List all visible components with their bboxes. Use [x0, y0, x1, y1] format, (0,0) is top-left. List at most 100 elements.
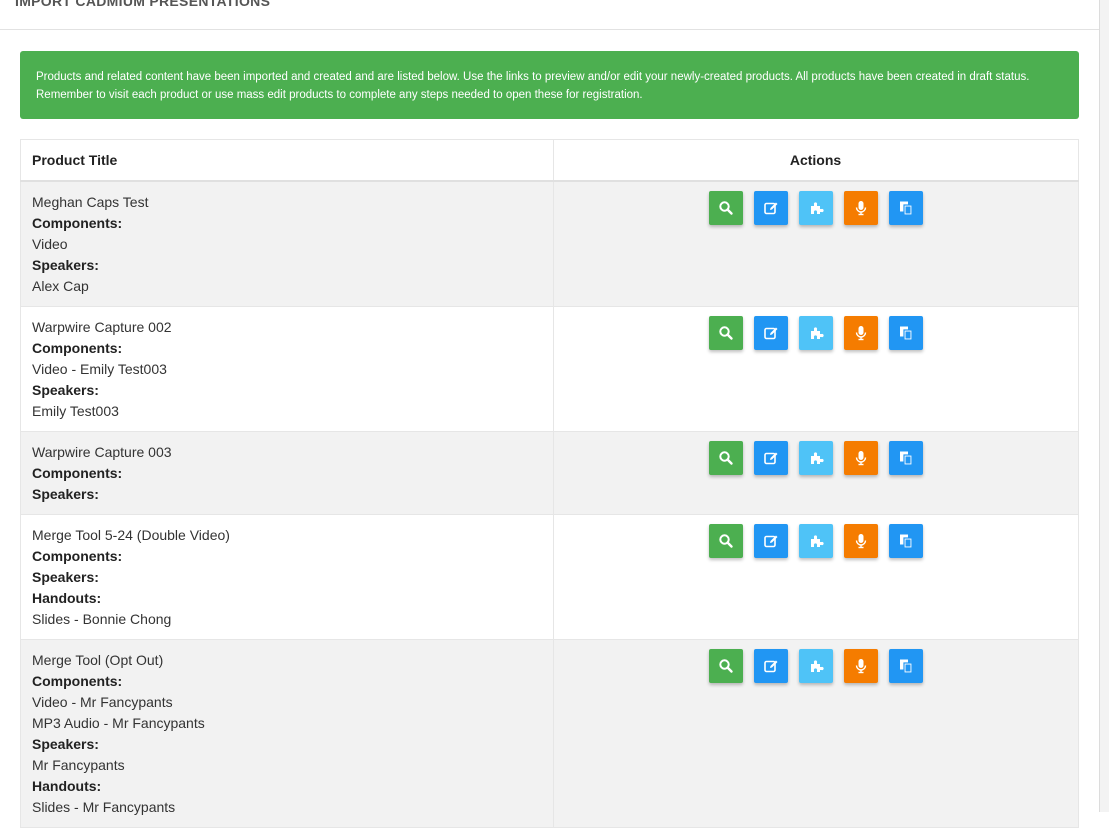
speakers-label: Speakers:: [32, 569, 99, 585]
microphone-icon: [853, 450, 869, 466]
copy-button[interactable]: [889, 649, 923, 683]
products-table: Product Title Actions Meghan Caps Test Co…: [20, 139, 1079, 828]
speakers-label: Speakers:: [32, 736, 99, 752]
search-icon: [718, 450, 734, 466]
preview-button[interactable]: [709, 191, 743, 225]
speakers-button[interactable]: [844, 524, 878, 558]
actions-cell: [553, 514, 1079, 640]
edit-icon: [763, 450, 779, 466]
microphone-icon: [853, 200, 869, 216]
edit-button[interactable]: [754, 524, 788, 558]
speakers-button[interactable]: [844, 316, 878, 350]
column-header-product-title: Product Title: [20, 139, 554, 182]
table-row: Meghan Caps Test Components: Video Speakers…: [20, 180, 1079, 307]
copy-button[interactable]: [889, 524, 923, 558]
speaker-item: Mr Fancypants: [32, 757, 125, 773]
product-info-cell: Meghan Caps Test Components: Video Speakers…: [20, 180, 554, 307]
action-buttons: [555, 191, 1077, 225]
import-panel: IMPORT CADMIUM PRESENTATIONS Products an…: [0, 0, 1100, 828]
edit-icon: [763, 200, 779, 216]
product-info-cell: Warpwire Capture 003 Components: Speakers:: [20, 431, 554, 515]
puzzle-icon: [808, 325, 824, 341]
product-title: Merge Tool 5-24 (Double Video): [32, 527, 230, 543]
speakers-label: Speakers:: [32, 257, 99, 273]
copy-icon: [898, 533, 914, 549]
components-label: Components:: [32, 340, 123, 356]
handout-item: Slides - Mr Fancypants: [32, 799, 176, 815]
components-label: Components:: [32, 673, 123, 689]
actions-cell: [553, 180, 1079, 307]
panel-header: IMPORT CADMIUM PRESENTATIONS: [0, 0, 1099, 30]
speakers-button[interactable]: [844, 441, 878, 475]
actions-cell: [553, 431, 1079, 515]
action-buttons: [555, 524, 1077, 558]
table-row: Warpwire Capture 002 Components: Video - E…: [20, 306, 1079, 432]
components-button[interactable]: [799, 524, 833, 558]
product-title: Warpwire Capture 003: [32, 444, 172, 460]
column-header-actions: Actions: [553, 139, 1079, 182]
product-title: Warpwire Capture 002: [32, 319, 172, 335]
success-alert: Products and related content have been i…: [20, 51, 1079, 119]
product-info-cell: Warpwire Capture 002 Components: Video - E…: [20, 306, 554, 432]
actions-cell: [553, 639, 1079, 828]
handouts-label: Handouts:: [32, 590, 102, 606]
components-button[interactable]: [799, 316, 833, 350]
action-buttons: [555, 316, 1077, 350]
table-row: Warpwire Capture 003 Components: Speakers:: [20, 431, 1079, 515]
product-title: Meghan Caps Test: [32, 194, 149, 210]
speakers-button[interactable]: [844, 649, 878, 683]
copy-icon: [898, 450, 914, 466]
scrollbar-track[interactable]: [1100, 0, 1109, 812]
speaker-item: Emily Test003: [32, 403, 119, 419]
preview-button[interactable]: [709, 316, 743, 350]
copy-icon: [898, 200, 914, 216]
components-label: Components:: [32, 465, 123, 481]
puzzle-icon: [808, 533, 824, 549]
copy-button[interactable]: [889, 316, 923, 350]
preview-button[interactable]: [709, 649, 743, 683]
search-icon: [718, 533, 734, 549]
handout-item: Slides - Bonnie Chong: [32, 611, 172, 627]
microphone-icon: [853, 325, 869, 341]
speakers-button[interactable]: [844, 191, 878, 225]
search-icon: [718, 658, 734, 674]
actions-cell: [553, 306, 1079, 432]
edit-button[interactable]: [754, 191, 788, 225]
edit-icon: [763, 658, 779, 674]
puzzle-icon: [808, 450, 824, 466]
components-label: Components:: [32, 548, 123, 564]
table-row: Merge Tool 5-24 (Double Video) Components…: [20, 514, 1079, 640]
preview-button[interactable]: [709, 441, 743, 475]
product-title: Merge Tool (Opt Out): [32, 652, 164, 668]
puzzle-icon: [808, 200, 824, 216]
handouts-label: Handouts:: [32, 778, 102, 794]
component-item: Video - Emily Test003: [32, 361, 167, 377]
copy-button[interactable]: [889, 441, 923, 475]
components-button[interactable]: [799, 649, 833, 683]
preview-button[interactable]: [709, 524, 743, 558]
page-title: IMPORT CADMIUM PRESENTATIONS: [15, 0, 271, 9]
microphone-icon: [853, 533, 869, 549]
components-button[interactable]: [799, 191, 833, 225]
components-label: Components:: [32, 215, 123, 231]
product-info-cell: Merge Tool (Opt Out) Components: Video - M…: [20, 639, 554, 828]
puzzle-icon: [808, 658, 824, 674]
edit-button[interactable]: [754, 316, 788, 350]
search-icon: [718, 325, 734, 341]
edit-button[interactable]: [754, 441, 788, 475]
speakers-label: Speakers:: [32, 486, 99, 502]
component-item: MP3 Audio - Mr Fancypants: [32, 715, 205, 731]
edit-icon: [763, 325, 779, 341]
action-buttons: [555, 649, 1077, 683]
table-row: Merge Tool (Opt Out) Components: Video - M…: [20, 639, 1079, 828]
edit-button[interactable]: [754, 649, 788, 683]
component-item: Video - Mr Fancypants: [32, 694, 173, 710]
component-item: Video: [32, 236, 68, 252]
microphone-icon: [853, 658, 869, 674]
components-button[interactable]: [799, 441, 833, 475]
copy-button[interactable]: [889, 191, 923, 225]
copy-icon: [898, 325, 914, 341]
speakers-label: Speakers:: [32, 382, 99, 398]
copy-icon: [898, 658, 914, 674]
product-info-cell: Merge Tool 5-24 (Double Video) Components…: [20, 514, 554, 640]
